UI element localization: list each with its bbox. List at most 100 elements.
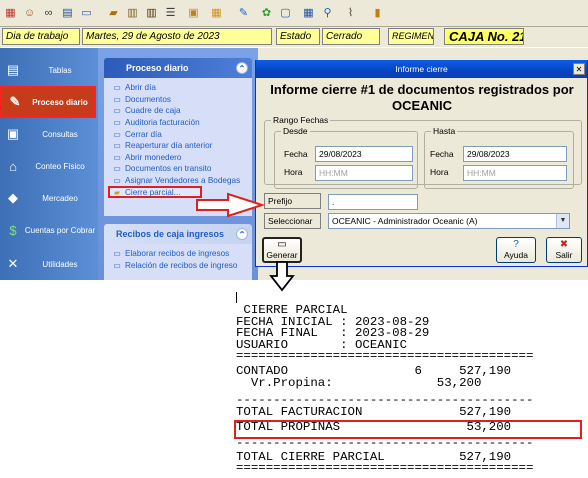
link-cerrar-dia[interactable]: ▭ Cerrar día [112, 128, 248, 140]
link-label: Relación de recibos de ingreso [125, 260, 238, 270]
button-label: Salir [555, 250, 573, 260]
link-documentos-transito[interactable]: ▭ Documentos en transito [112, 163, 248, 175]
doc-icon: ▭ [113, 83, 121, 93]
link-label: Cerrar día [125, 129, 162, 139]
doc-icon: ▭ [113, 118, 121, 128]
printer-stack-icon[interactable]: ▦ [208, 5, 225, 22]
doc-icon: ▭ [113, 152, 121, 162]
binoculars-icon[interactable]: ∞ [40, 5, 57, 22]
link-reaperturar-dia[interactable]: ▭ Reaperturar día anterior [112, 140, 248, 152]
nav-mercadeo[interactable]: ◆ Mercadeo [0, 182, 96, 214]
nav-utilidades[interactable]: ✕ Utilidades [0, 248, 96, 280]
button-label: Ayuda [504, 250, 528, 260]
panel-title: Recibos de caja ingresos [116, 229, 225, 239]
link-cuadre-caja[interactable]: ▭ Cuadre de caja [112, 105, 248, 117]
link-cierre-parcial[interactable]: ▰ Cierre parcial... [108, 186, 202, 198]
work-day-label: Dia de trabajo [2, 28, 80, 45]
table-icon[interactable]: ▦ [300, 5, 317, 22]
prefijo-input[interactable]: . [328, 194, 418, 210]
button-label: Generar [266, 250, 298, 260]
regimen-label: REGIMEN [388, 28, 434, 45]
link-label: Abrir día [125, 83, 156, 93]
group-legend: Desde [281, 126, 310, 136]
link-documentos[interactable]: ▭ Documentos [112, 94, 248, 106]
group-legend: Hasta [431, 126, 458, 136]
link-relacion-recibos[interactable]: ▭ Relación de recibos de ingreso [112, 260, 248, 272]
link-abrir-dia[interactable]: ▭ Abrir día [112, 82, 248, 94]
fecha-label: Fecha [284, 149, 308, 159]
tools-icon: ✕ [7, 256, 19, 271]
hora-label: Hora [284, 167, 303, 177]
status-strip: Dia de trabajo Martes, 29 de Agosto de 2… [0, 27, 588, 47]
nav-label: Cuentas por Cobrar [24, 225, 96, 235]
estado-label: Estado [276, 28, 320, 45]
chart-icon[interactable]: ⌇ [342, 5, 359, 22]
hora-label: Hora [430, 167, 449, 177]
panel-header-proceso-diario[interactable]: Proceso diario ⌃ [104, 58, 252, 78]
desde-hora-input[interactable]: HH:MM [315, 165, 413, 181]
desde-fecha-input[interactable]: 29/08/2023 [315, 146, 413, 162]
informe-cierre-dialog: Informe cierre ✕ Informe cierre #1 de do… [255, 60, 588, 267]
money-icon: $ [9, 222, 17, 238]
doc-icon: ▭ [113, 176, 121, 186]
doc-icon: ▭ [113, 141, 121, 151]
hasta-hora-input[interactable]: HH:MM [463, 165, 567, 181]
link-asignar-vendedores[interactable]: ▭ Asignar Vendedores a Bodegas [112, 175, 248, 187]
chevron-down-icon[interactable]: ▼ [556, 214, 569, 228]
help-icon: ? [513, 239, 519, 250]
exit-icon: ✖ [559, 239, 569, 250]
nav-proceso-diario[interactable]: ✎ Proceso diario [0, 86, 96, 118]
grid-icon[interactable]: ▤ [59, 5, 76, 22]
cash-icon[interactable]: ✿ [258, 5, 275, 22]
notebook-icon: ✎ [9, 94, 21, 109]
receipt-line: ======================================== [236, 461, 534, 476]
link-label: Abrir monedero [125, 152, 182, 162]
nav-label: Proceso diario [32, 97, 88, 107]
link-elaborar-recibos[interactable]: ▭ Elaborar recibos de ingresos [112, 248, 248, 260]
monitor-icon[interactable]: ▭ [78, 5, 95, 22]
pencil-icon[interactable]: ✎ [235, 5, 252, 22]
salir-button[interactable]: ✖ Salir [546, 237, 582, 263]
doc-icon: ▭ [113, 94, 121, 104]
hasta-fecha-input[interactable]: 29/08/2023 [463, 146, 567, 162]
receipt-line: Vr.Propina: 53,200 [236, 375, 482, 390]
left-navigation: ▤ Tablas ✎ Proceso diario ▣ Consultas ⌂ … [0, 48, 98, 280]
link-label: Documentos en transito [125, 164, 212, 174]
nav-label: Consultas [42, 129, 78, 139]
nav-conteo-fisico[interactable]: ⌂ Conteo Físico [0, 150, 96, 182]
generar-button[interactable]: ▭ Generar [262, 237, 302, 263]
close-icon[interactable]: ✕ [573, 63, 585, 75]
list-icon[interactable]: ☰ [162, 5, 179, 22]
receipt-line: TOTAL FACTURACION 527,190 [236, 404, 512, 419]
ayuda-button[interactable]: ? Ayuda [496, 237, 536, 263]
collapse-icon[interactable]: ⌃ [236, 62, 248, 74]
printer-icon: ▭ [277, 239, 287, 250]
notebook-icon[interactable]: ▮ [369, 5, 386, 22]
box-icon[interactable]: ▰ [105, 5, 122, 22]
link-label: Cierre parcial... [125, 187, 181, 197]
text-cursor [236, 292, 237, 303]
calendar-icon[interactable]: ▦ [2, 5, 19, 22]
nav-cuentas-por-cobrar[interactable]: $ Cuentas por Cobrar [0, 214, 96, 246]
cabinet-icon[interactable]: ▣ [185, 5, 202, 22]
link-label: Documentos [125, 94, 171, 104]
dialog-titlebar[interactable]: Informe cierre ✕ [256, 60, 587, 78]
nav-tablas[interactable]: ▤ Tablas [0, 54, 96, 86]
link-label: Cuadre de caja [125, 106, 181, 116]
main-toolbar: ▦ ☺ ∞ ▤ ▭ ▰ ▥ ▥ ☰ ▣ ▦ ✎ ✿ ▢ ▦ ⚲ ⌇ ▮ [0, 0, 588, 27]
ledger-2-icon[interactable]: ▥ [143, 5, 160, 22]
collapse-icon[interactable]: ⌃ [236, 228, 248, 240]
usuario-select[interactable]: OCEANIC - Administrador Oceanic (A) ▼ [328, 213, 570, 229]
link-auditoria-facturacion[interactable]: ▭ Auditoria facturación [112, 117, 248, 129]
estado-value: Cerrado [322, 28, 380, 45]
window-icon[interactable]: ▢ [277, 5, 294, 22]
users-icon[interactable]: ☺ [21, 5, 38, 22]
usuario-select-value: OCEANIC - Administrador Oceanic (A) [332, 216, 478, 226]
nav-consultas[interactable]: ▣ Consultas [0, 118, 96, 150]
doc-icon: ▭ [113, 249, 121, 259]
magnifier-icon[interactable]: ⚲ [319, 5, 336, 22]
hasta-group: Hasta Fecha 29/08/2023 Hora HH:MM [424, 126, 574, 189]
link-abrir-monedero[interactable]: ▭ Abrir monedero [112, 152, 248, 164]
ledger-icon[interactable]: ▥ [124, 5, 141, 22]
panel-header-recibos[interactable]: Recibos de caja ingresos ⌃ [104, 224, 252, 244]
